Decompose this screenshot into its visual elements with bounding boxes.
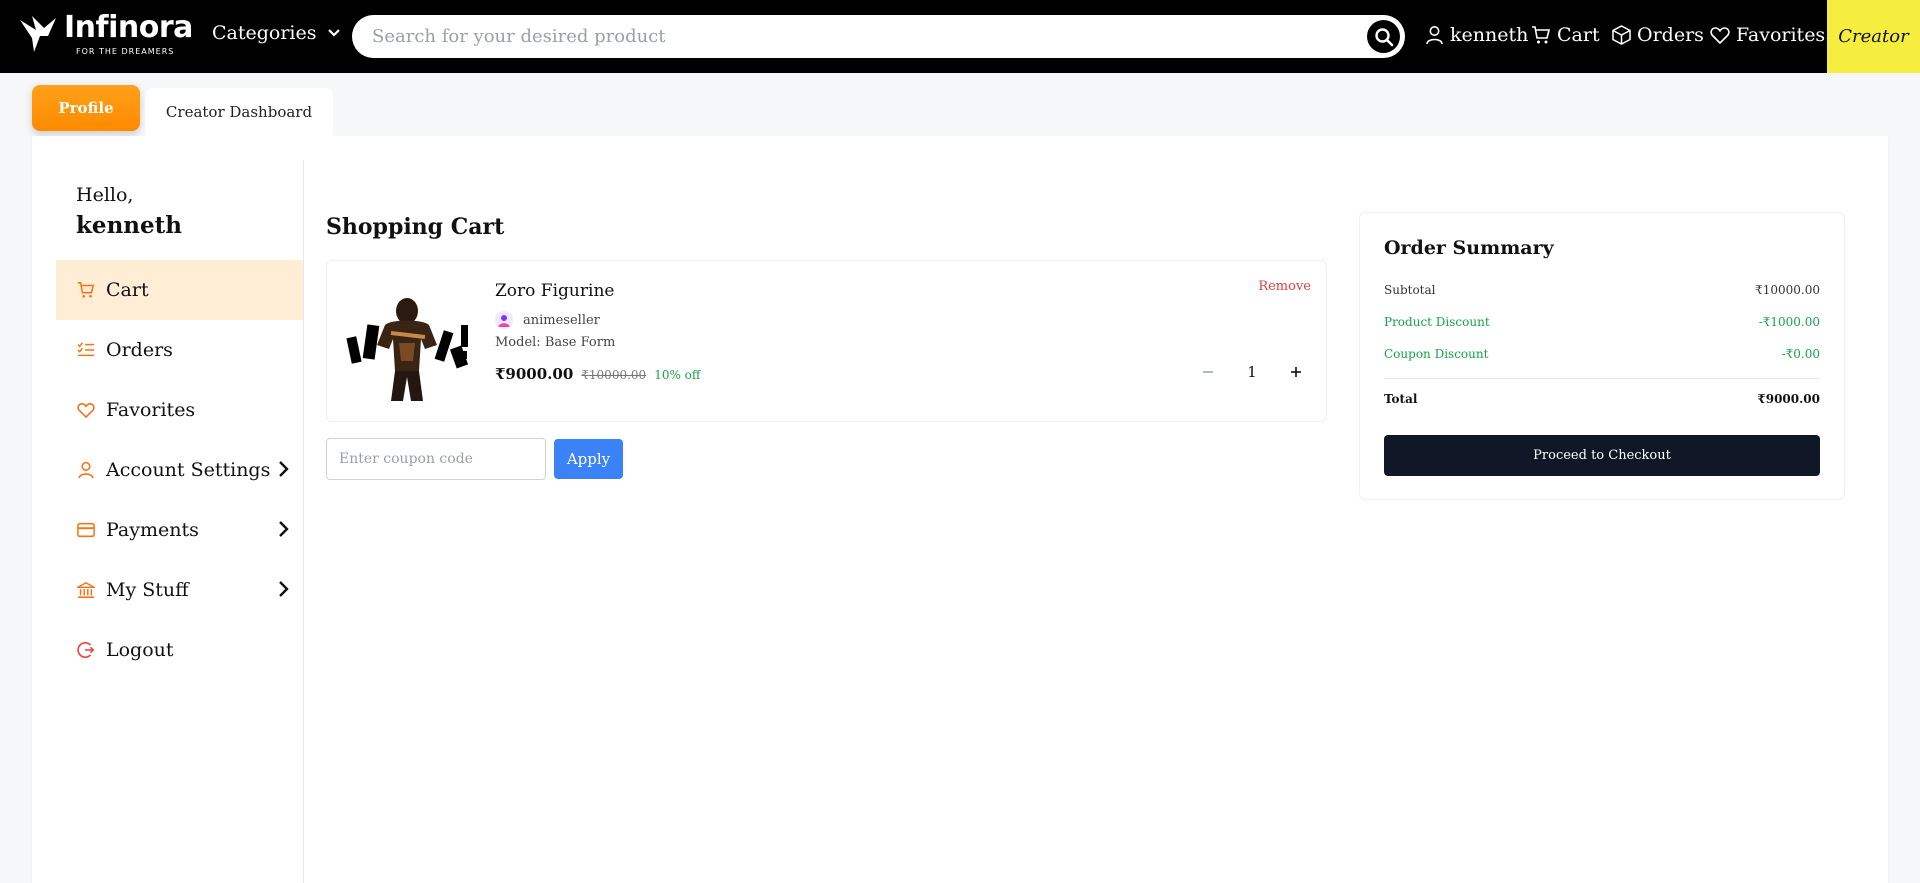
logout-icon [76, 640, 96, 660]
sidebar-item-logout[interactable]: Logout [56, 620, 303, 680]
nav-cart-link[interactable]: Cart [1531, 24, 1600, 46]
nav-user-label: kenneth [1450, 24, 1529, 46]
sidebar-item-label: Payments [106, 519, 199, 541]
user-icon [1426, 26, 1443, 45]
sidebar-item-favorites[interactable]: Favorites [56, 380, 303, 440]
product-discount-row: Product Discount -₹1000.00 [1384, 315, 1820, 329]
search-input[interactable] [372, 15, 1332, 58]
nav-favorites-link[interactable]: Favorites [1710, 24, 1825, 46]
seller-avatar [495, 311, 513, 329]
sidebar-item-label: My Stuff [106, 579, 189, 601]
product-mrp: ₹10000.00 [581, 368, 647, 382]
product-name[interactable]: Zoro Figurine [495, 281, 614, 301]
categories-dropdown[interactable]: Categories [212, 22, 341, 44]
subtotal-row: Subtotal ₹10000.00 [1384, 283, 1820, 297]
minus-icon [1203, 371, 1213, 373]
brand-logo[interactable]: Infinora FOR THE DREAMERS [18, 10, 193, 60]
nav-orders-link[interactable]: Orders [1612, 24, 1704, 46]
proceed-to-checkout-button[interactable]: Proceed to Checkout [1384, 435, 1820, 476]
chevron-right-icon [279, 461, 289, 477]
user-icon [76, 460, 96, 480]
heart-icon [1710, 27, 1730, 44]
categories-label: Categories [212, 22, 317, 44]
chevron-right-icon [279, 521, 289, 537]
list-icon [76, 340, 96, 360]
seller-name[interactable]: animeseller [523, 313, 600, 328]
coupon-input[interactable] [326, 438, 546, 480]
quantity-value: 1 [1247, 363, 1257, 381]
coupon-discount-row: Coupon Discount -₹0.00 [1384, 347, 1820, 361]
quantity-stepper: 1 [1197, 361, 1307, 383]
sidebar-item-label: Favorites [106, 399, 196, 421]
subtotal-value: ₹10000.00 [1755, 283, 1820, 297]
price-row: ₹9000.00 ₹10000.00 10% off [495, 365, 700, 383]
logo-bird-icon [20, 16, 56, 52]
sidebar-item-label: Cart [106, 279, 149, 301]
cart-icon [1532, 26, 1551, 44]
chevron-down-icon [327, 29, 340, 37]
bank-icon [76, 580, 96, 600]
box-icon [1612, 25, 1631, 45]
top-navbar: Infinora FOR THE DREAMERS Categories ken… [0, 0, 1920, 73]
sidebar-item-orders[interactable]: Orders [56, 320, 303, 380]
total-row: Total ₹9000.00 [1384, 392, 1820, 406]
nav-favorites-label: Favorites [1736, 24, 1826, 46]
sidebar-item-cart[interactable]: Cart [56, 260, 303, 320]
heart-icon [76, 400, 96, 420]
plus-icon [1290, 367, 1301, 377]
profile-panel: Hello, kenneth Cart Orders Favorites Acc… [32, 136, 1888, 883]
increase-quantity-button[interactable] [1285, 361, 1307, 383]
product-discount-label: Product Discount [1384, 315, 1490, 329]
chevron-right-icon [279, 581, 289, 597]
sidebar-item-label: Logout [106, 639, 174, 661]
sidebar-item-account-settings[interactable]: Account Settings [56, 440, 303, 500]
profile-sidebar: Hello, kenneth Cart Orders Favorites Acc… [32, 160, 304, 883]
product-price: ₹9000.00 [495, 365, 574, 383]
discount-badge: 10% off [654, 368, 701, 382]
decrease-quantity-button[interactable] [1197, 361, 1219, 383]
apply-coupon-button[interactable]: Apply [554, 439, 623, 479]
greeting: Hello, [76, 184, 134, 206]
product-image[interactable] [341, 281, 475, 403]
brand-tagline: FOR THE DREAMERS [76, 47, 175, 56]
sidebar-username: kenneth [76, 212, 182, 239]
search-bar [352, 15, 1405, 58]
coupon-discount-label: Coupon Discount [1384, 347, 1489, 361]
product-discount-value: -₹1000.00 [1758, 315, 1820, 329]
coupon-discount-value: -₹0.00 [1781, 347, 1820, 361]
total-value: ₹9000.00 [1757, 392, 1820, 406]
tab-creator-dashboard[interactable]: Creator Dashboard [145, 88, 333, 136]
sidebar-item-my-stuff[interactable]: My Stuff [56, 560, 303, 620]
nav-user-link[interactable]: kenneth [1425, 24, 1528, 46]
cart-title: Shopping Cart [326, 214, 505, 240]
order-summary: Order Summary Subtotal ₹10000.00 Product… [1359, 212, 1845, 500]
sidebar-item-payments[interactable]: Payments [56, 500, 303, 560]
search-button[interactable] [1367, 20, 1400, 53]
tab-profile[interactable]: Profile [32, 85, 140, 131]
sidebar-item-label: Orders [106, 339, 173, 361]
summary-divider [1384, 378, 1820, 379]
total-label: Total [1384, 392, 1418, 406]
nav-orders-label: Orders [1637, 24, 1704, 46]
cart-item-card: Zoro Figurine animeseller Model: Base Fo… [326, 260, 1327, 422]
product-model: Model: Base Form [495, 335, 616, 350]
sidebar-item-label: Account Settings [106, 459, 271, 481]
cart-icon [76, 280, 96, 300]
summary-title: Order Summary [1384, 237, 1554, 259]
seller-info: animeseller [495, 311, 600, 329]
subtotal-label: Subtotal [1384, 283, 1436, 297]
creator-button[interactable]: Creator [1827, 0, 1920, 73]
brand-name: Infinora [64, 10, 193, 45]
nav-cart-label: Cart [1557, 24, 1600, 46]
card-icon [76, 520, 96, 540]
search-icon [1374, 27, 1393, 46]
remove-button[interactable]: Remove [1258, 279, 1311, 294]
